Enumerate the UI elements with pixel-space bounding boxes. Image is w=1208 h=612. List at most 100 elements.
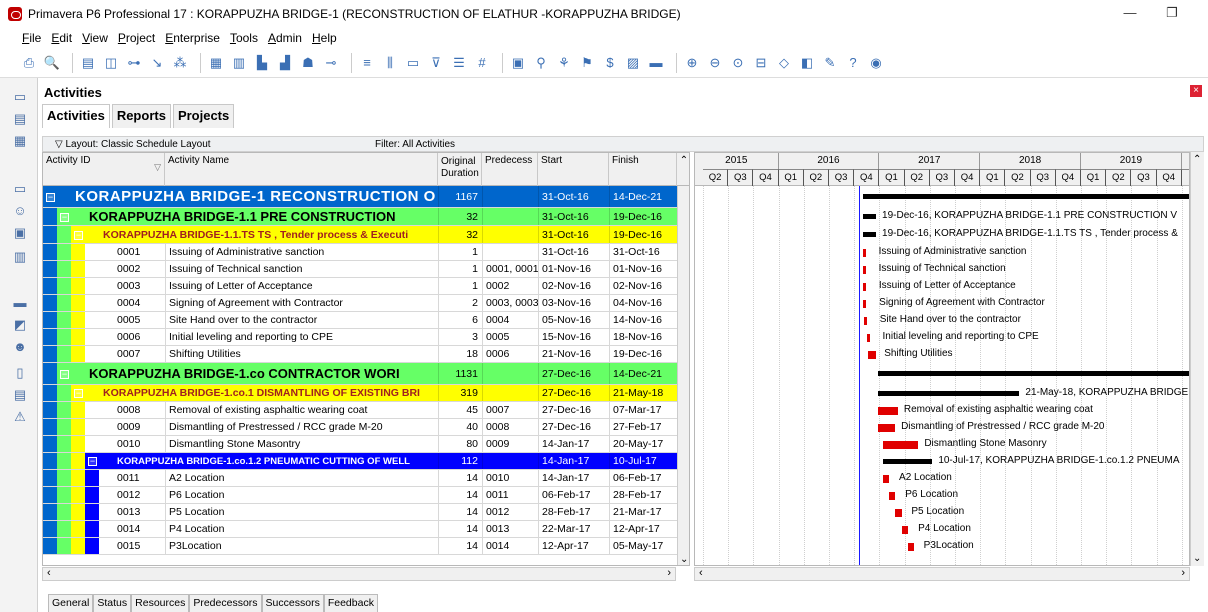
table-row[interactable]: 0013 P5 Location 14 0012 28-Feb-17 21-Mar-17 xyxy=(43,504,689,521)
gantt-vertical-scrollbar[interactable]: ⌃ ⌄ xyxy=(1190,152,1204,566)
table-row[interactable]: 0005 Site Hand over to the contractor 6 000… xyxy=(43,312,689,329)
collapse-icon[interactable]: − xyxy=(74,231,83,240)
collapse-icon[interactable]: − xyxy=(60,370,69,379)
baseline-icon[interactable]: ▬ xyxy=(647,54,665,72)
activity-bar[interactable] xyxy=(883,441,919,449)
activity-bar[interactable] xyxy=(862,283,866,291)
summary-bar[interactable] xyxy=(862,232,877,237)
user-icon[interactable]: ☺ xyxy=(12,204,28,218)
group-sort-icon[interactable]: ☰ xyxy=(450,54,468,72)
table-row[interactable]: 0009 Dismantling of Prestressed / RCC gra… xyxy=(43,419,689,436)
restore-button[interactable]: ❐ xyxy=(1162,5,1182,21)
store-period-icon[interactable]: $ xyxy=(601,54,619,72)
collapse-icon[interactable]: − xyxy=(60,213,69,222)
table-row[interactable]: 0007 Shifting Utilities 18 0006 21-Nov-16 19-… xyxy=(43,346,689,363)
activity-bar[interactable] xyxy=(868,351,877,359)
column-original-duration[interactable]: Original Duration xyxy=(438,153,482,186)
table-row[interactable]: 0003 Issuing of Letter of Acceptance 1 0002… xyxy=(43,278,689,295)
collapse-icon[interactable]: − xyxy=(88,457,97,466)
activity-bar[interactable] xyxy=(863,300,867,308)
column-start[interactable]: Start xyxy=(538,153,609,186)
scroll-down-arrow[interactable]: ⌄ xyxy=(680,554,688,565)
summary-bar[interactable] xyxy=(862,214,877,219)
usage-profile-icon[interactable]: ▟ xyxy=(276,54,294,72)
activity-bar[interactable] xyxy=(862,266,866,274)
gantt-scroll-right-arrow[interactable]: › xyxy=(1181,567,1185,579)
gantt-scroll-down-arrow[interactable]: ⌄ xyxy=(1193,553,1201,564)
table-row[interactable]: − KORAPPUZHA BRIDGE-1.1 PRE CONSTRUCTION 3… xyxy=(43,208,689,226)
zoom-out-icon[interactable]: ⊖ xyxy=(706,54,724,72)
tab-status[interactable]: Status xyxy=(93,594,132,612)
table-row[interactable]: 0010 Dismantling Stone Masontry 80 0009 14-J… xyxy=(43,436,689,453)
column-activity-name[interactable]: Activity Name xyxy=(165,153,438,186)
update-progress-icon[interactable]: ⚑ xyxy=(578,54,596,72)
activity-bar[interactable] xyxy=(889,492,896,500)
help-icon[interactable]: ? xyxy=(844,54,862,72)
table-row[interactable]: 0014 P4 Location 14 0013 22-Mar-17 12-Apr-17 xyxy=(43,521,689,538)
table-row[interactable]: 0008 Removal of existing asphaltic wearin… xyxy=(43,402,689,419)
gantt-scroll-left-arrow[interactable]: ‹ xyxy=(699,567,703,579)
relationship-icon[interactable]: ↘ xyxy=(148,54,166,72)
menu-tools[interactable]: Tools xyxy=(230,31,258,45)
tab-feedback[interactable]: Feedback xyxy=(323,594,378,612)
notebook-icon[interactable]: ✎ xyxy=(821,54,839,72)
assistant-icon[interactable]: ◉ xyxy=(867,54,885,72)
wbs-icon[interactable]: ⊶ xyxy=(125,54,143,72)
filter-label[interactable]: Filter: All Activities xyxy=(375,139,455,150)
calendar-icon[interactable]: ▤ xyxy=(12,388,28,402)
tracking-icon[interactable]: ▬ xyxy=(12,296,28,310)
activity-table-icon[interactable]: ▥ xyxy=(230,54,248,72)
table-row[interactable]: 0001 Issuing of Administrative sanction 1 3… xyxy=(43,244,689,261)
activities-icon[interactable]: ▦ xyxy=(12,134,28,148)
layout-icon[interactable]: ◫ xyxy=(102,54,120,72)
columns-select-icon[interactable]: ⫼ xyxy=(381,54,399,72)
scroll-up-arrow[interactable]: ⌃ xyxy=(677,155,689,166)
summary-bar[interactable] xyxy=(878,371,1189,376)
collapse-icon[interactable]: − xyxy=(46,193,55,202)
table-scroll-left-arrow[interactable]: ‹ xyxy=(47,567,51,579)
summarize-icon[interactable]: ▨ xyxy=(624,54,642,72)
column-activity-id[interactable]: Activity ID ▽ xyxy=(43,153,165,186)
bottom-layout-icon[interactable]: ◧ xyxy=(798,54,816,72)
bars-icon[interactable]: ≡ xyxy=(358,54,376,72)
activity-bar[interactable] xyxy=(883,475,890,483)
activity-bar[interactable] xyxy=(878,424,896,432)
table-row[interactable]: − KORAPPUZHA BRIDGE-1.1.TS TS , Tender pr… xyxy=(43,226,689,244)
tab-successors[interactable]: Successors xyxy=(261,594,324,612)
column-predecessors[interactable]: Predecess xyxy=(482,153,538,186)
schedule-icon[interactable]: ▣ xyxy=(509,54,527,72)
activity-bar[interactable] xyxy=(907,543,915,551)
resources-icon[interactable]: ☻ xyxy=(12,340,28,354)
table-row[interactable]: 0004 Signing of Agreement with Contractor… xyxy=(43,295,689,312)
tab-predecessors[interactable]: Predecessors xyxy=(189,594,262,612)
menu-admin[interactable]: Admin xyxy=(268,31,302,45)
column-finish[interactable]: Finish xyxy=(609,153,677,186)
close-panel-button[interactable]: × xyxy=(1190,85,1202,97)
trace-logic-icon[interactable]: ⁂ xyxy=(171,54,189,72)
activity-bar[interactable] xyxy=(866,334,870,342)
level-icon[interactable]: ⚲ xyxy=(532,54,550,72)
filter-icon[interactable]: ⊽ xyxy=(427,54,445,72)
menu-view[interactable]: View xyxy=(82,31,108,45)
summary-bar[interactable] xyxy=(883,459,933,464)
table-row[interactable]: − KORAPPUZHA BRIDGE-1.co.1.2 PNEUMATIC CU… xyxy=(43,453,689,470)
table-row[interactable]: 0011 A2 Location 14 0010 14-Jan-17 06-Feb-17 xyxy=(43,470,689,487)
menu-help[interactable]: Help xyxy=(312,31,337,45)
spotlight-icon[interactable]: ⊸ xyxy=(322,54,340,72)
gantt-chart-icon[interactable]: ▦ xyxy=(207,54,225,72)
print-icon[interactable]: ⎙ xyxy=(20,54,38,72)
print-preview-icon[interactable]: 🔍 xyxy=(43,54,61,72)
risk-icon[interactable]: ⚠ xyxy=(12,410,28,424)
table-row[interactable]: 0006 Initial leveling and reporting to CP… xyxy=(43,329,689,346)
layout-dropdown[interactable]: ▽ Layout: Classic Schedule Layout xyxy=(55,139,211,150)
sort-icon[interactable]: ▽ xyxy=(154,161,161,173)
activity-bar[interactable] xyxy=(862,249,866,257)
menu-edit[interactable]: Edit xyxy=(51,31,72,45)
table-font-icon[interactable]: ▭ xyxy=(404,54,422,72)
number-icon[interactable]: # xyxy=(473,54,491,72)
columns-icon[interactable]: ▤ xyxy=(79,54,97,72)
resource-icon[interactable]: ☗ xyxy=(299,54,317,72)
tab-resources[interactable]: Resources xyxy=(131,594,190,612)
menu-enterprise[interactable]: Enterprise xyxy=(165,31,220,45)
table-scroll-right-arrow[interactable]: › xyxy=(667,567,671,579)
